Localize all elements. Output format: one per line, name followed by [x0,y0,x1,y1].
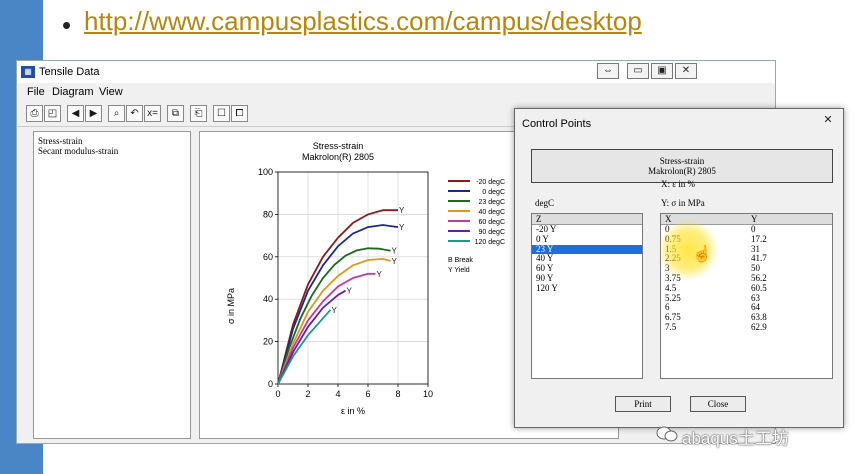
chart-title: Stress-strain [313,141,364,151]
x-axis-title: ε in % [341,406,365,416]
yield-marker: Y [399,206,405,215]
x-tick-label: 8 [395,389,400,399]
legend-note-yield: Y Yield [448,267,470,274]
x-tick-label: 10 [423,389,433,399]
legend-label: 60 degC [479,219,505,226]
y-tick-label: 100 [258,167,273,177]
restore-button[interactable]: ▣ [651,63,673,79]
legend-note-break: B Break [448,257,473,264]
z-list-item-label: 120 Y [536,282,558,293]
legend-label: 120 degC [475,239,505,246]
x-tick-label: 2 [305,389,310,399]
points-list-row[interactable]: 4.5 60.5 [661,283,832,294]
legend-label: 0 degC [482,189,505,196]
points-list-row[interactable]: 7.5 62.9 [661,321,832,333]
copy-icon[interactable]: ⧉ [167,105,184,122]
points-list-row[interactable]: 6 64 [661,303,832,313]
yield-marker: Y [377,270,383,279]
points-list-row[interactable]: 5.25 63 [661,293,832,304]
yield-marker: Y [392,247,398,256]
close-dialog-button[interactable]: Close [690,396,746,412]
x-tick-label: 0 [275,389,280,399]
menu-view[interactable]: View [99,86,123,98]
close-button[interactable]: ✕ [675,63,697,79]
dialog-head-title: Stress-strain [659,156,705,166]
yield-marker: Y [347,287,353,296]
menu-bar: File Diagram View [17,83,775,101]
next-icon[interactable]: ▶ [85,105,102,122]
chart-subtitle: Makrolon(R) 2805 [302,152,374,162]
legend-label: 40 degC [479,209,505,216]
x-tick-label: 4 [335,389,340,399]
window-title: Tensile Data [39,66,100,78]
dialog-head-subtitle: Makrolon(R) 2805 [648,166,716,176]
prev-icon[interactable]: ◀ [67,105,84,122]
legend-label: -20 degC [476,179,505,186]
y-axis-label: Y: σ in MPa [661,198,705,208]
z-list-item[interactable]: 120 Y [532,282,642,294]
tile-icon[interactable]: ⧠ [231,105,248,122]
watermark-text: abaqus土工坊 [682,429,789,448]
bullet-dot: • [62,10,72,40]
print-icon[interactable]: ⎙ [26,105,43,122]
tree-item-secant-modulus[interactable]: Secant modulus-strain [38,146,118,156]
mouse-cursor-icon: ☝ [692,246,712,263]
param-label: degC [535,198,554,208]
legend-label: 23 degC [479,199,505,206]
y-tick-label: 20 [263,337,273,347]
series-line [277,247,391,385]
swap-icon[interactable]: ⇔ [597,63,619,79]
series-line [277,289,346,385]
app-icon: ▦ [21,66,35,78]
export-icon[interactable]: ⎗ [190,105,207,122]
window-icon[interactable]: ☐ [213,105,230,122]
dialog-chart-header: Stress-strain Makrolon(R) 2805 [531,149,833,183]
y-tick-label: 80 [263,209,273,219]
zoom-icon[interactable]: ⌕ [108,105,125,122]
y-tick-label: 60 [263,252,273,262]
undo-icon[interactable]: ↶ [126,105,143,122]
y-tick-label: 40 [263,294,273,304]
menu-diagram[interactable]: Diagram [52,86,94,98]
dialog-title: Control Points [522,118,592,130]
wechat-logo-icon [656,426,678,442]
x-tick-label: 6 [365,389,370,399]
y-tick-label: 0 [268,379,273,389]
yield-marker: Y [399,223,405,232]
yield-marker: Y [332,306,338,315]
points-list-row[interactable]: 6.75 63.8 [661,312,832,323]
title-bar: ▦ Tensile Data ⇔ ▭ ▣ ✕ [17,61,775,83]
menu-file[interactable]: File [27,86,45,98]
z-list-rows: -20 Y0 Y 23 Y 40 Y 60 Y 90 Y 120 Y [532,224,642,294]
tree-item-stress-strain[interactable]: Stress-strain [38,136,83,146]
print-button[interactable]: Print [615,396,671,412]
dialog-close-icon[interactable]: ✕ [819,113,837,127]
diagram-tree: Stress-strain Secant modulus-strain [33,131,191,439]
campus-url-link[interactable]: http://www.campusplastics.com/campus/des… [84,6,642,37]
x-axis-label: X: ε in % [661,179,696,189]
point-y-value: 62.9 [751,321,767,332]
minimize-button[interactable]: ▭ [627,63,649,79]
point-x-value: 7.5 [665,321,677,332]
print-preview-icon[interactable]: ◰ [44,105,61,122]
yield-marker: Y [392,257,398,266]
watermark: abaqus土工坊 [654,422,854,448]
z-listbox[interactable]: Z -20 Y0 Y 23 Y 40 Y 60 Y 90 Y 120 Y [531,213,643,379]
legend-label: 90 degC [479,229,505,236]
y-axis-title: σ in MPa [226,288,236,324]
xeq-icon[interactable]: x= [144,105,161,122]
